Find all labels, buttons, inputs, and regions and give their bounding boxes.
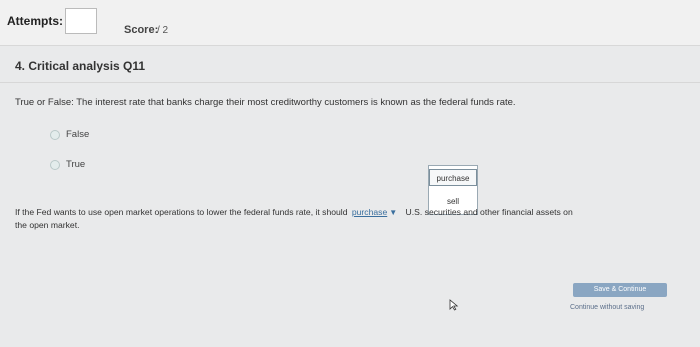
dropdown-select[interactable]: purchase [352, 207, 387, 217]
radio-button[interactable] [50, 130, 60, 140]
sentence-continuation: the open market. [15, 220, 80, 230]
sentence-after: U.S. securities and other financial asse… [405, 207, 573, 217]
question-statement: True or False: The interest rate that ba… [15, 97, 516, 108]
divider [0, 82, 700, 83]
attempts-label: Attempts: [7, 14, 63, 28]
sentence-before: If the Fed wants to use open market oper… [15, 207, 348, 217]
fill-in-sentence: If the Fed wants to use open market oper… [15, 207, 700, 217]
dropdown-option-purchase[interactable]: purchase [429, 169, 477, 186]
mouse-cursor-icon [449, 299, 459, 311]
top-bar: Attempts: Score: / 2 [0, 0, 700, 46]
option-label: False [66, 129, 90, 140]
option-label: True [66, 159, 86, 170]
question-title: 4. Critical analysis Q11 [15, 59, 146, 73]
attempts-field [65, 8, 97, 34]
save-continue-button[interactable]: Save & Continue [573, 283, 667, 297]
radio-button[interactable] [50, 160, 60, 170]
continue-without-saving-link[interactable]: Continue without saving [570, 304, 644, 311]
score-value: / 2 [157, 25, 169, 36]
chevron-down-icon[interactable]: ▼ [389, 208, 397, 217]
score-label: Score: [124, 24, 159, 36]
